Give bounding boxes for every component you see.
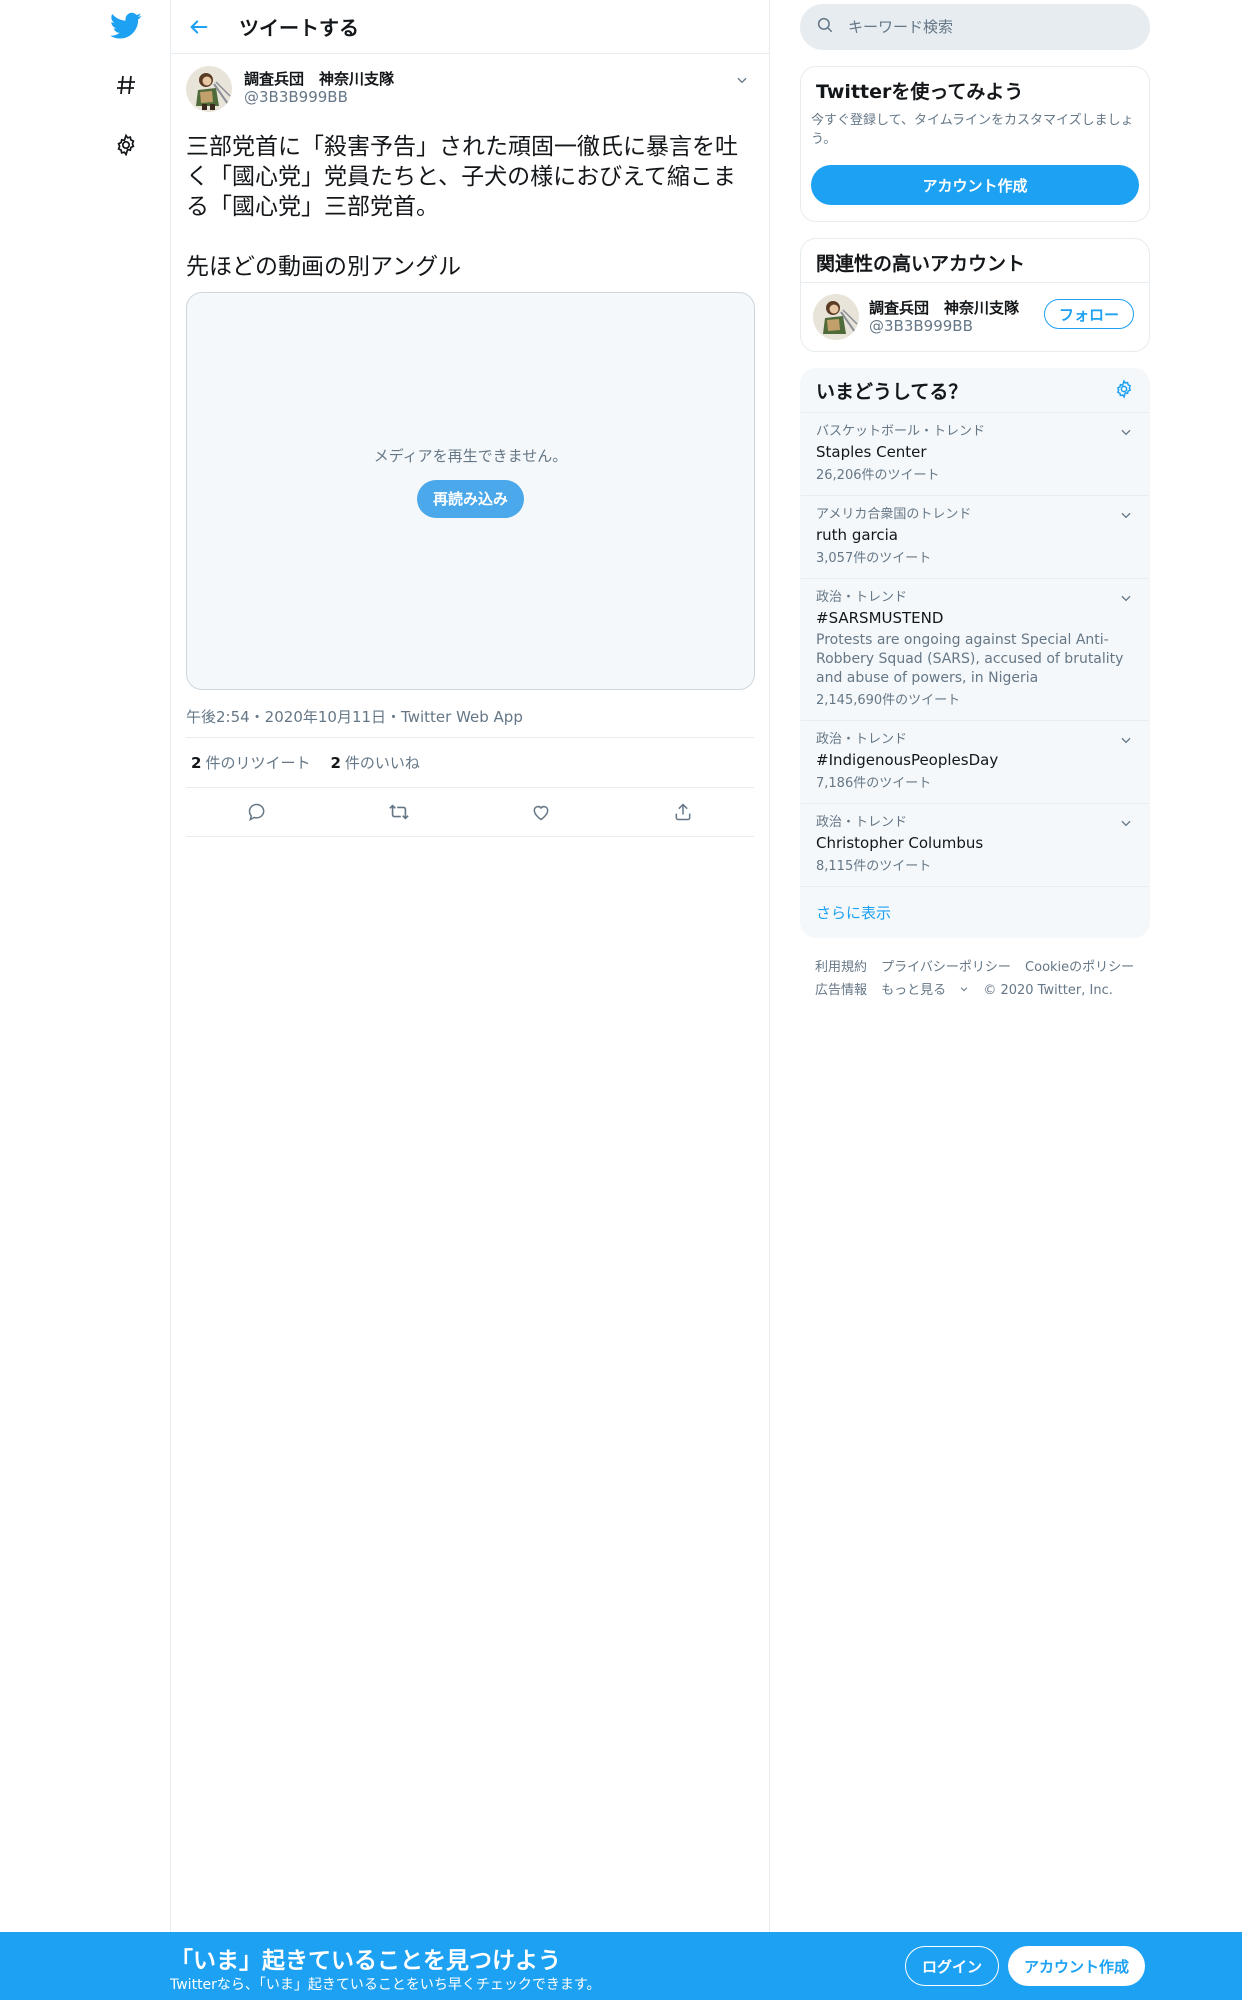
trend-context: アメリカ合衆国のトレンド — [816, 507, 972, 522]
back-arrow-icon[interactable] — [171, 0, 227, 54]
trend-item[interactable]: バスケットボール・トレンド Staples Center 26,206件のツイート — [801, 413, 1149, 496]
reply-icon[interactable] — [237, 792, 277, 832]
search-icon — [816, 16, 834, 38]
reload-button[interactable]: 再読み込み — [416, 479, 524, 518]
retweet-icon[interactable] — [379, 792, 419, 832]
trends-settings-gear-icon[interactable] — [1114, 378, 1134, 403]
chevron-down-icon — [960, 987, 968, 992]
retweet-stat[interactable]: 2 件のリツイート — [191, 752, 310, 773]
page-title: ツイートする — [239, 16, 359, 40]
related-accounts-card: 関連性の高いアカウント 調査兵団 神奈川支隊 @3B3B999BB フォロー — [800, 238, 1150, 352]
search-box[interactable] — [800, 4, 1150, 50]
explore-hashtag-icon[interactable] — [100, 59, 152, 111]
media-player[interactable]: メディアを再生できません。 再読み込み — [186, 292, 755, 690]
trend-item[interactable]: 政治・トレンド #SARSMUSTEND Protests are ongoing … — [801, 579, 1149, 721]
signup-card: Twitterを使ってみよう 今すぐ登録して、タイムラインをカスタマイズしましょ… — [800, 66, 1150, 222]
tweet-author[interactable]: 調査兵団 神奈川支隊 @3B3B999BB — [244, 70, 394, 107]
trend-name: Christopher Columbus — [816, 834, 984, 852]
trend-context: 政治・トレンド — [816, 732, 908, 747]
tweet-stats: 2 件のリツイート 2 件のいいね — [186, 738, 754, 788]
trends-header: いまどうしてる？ — [801, 369, 1149, 413]
privacy-link[interactable]: プライバシーポリシー — [881, 960, 1011, 975]
trend-tweet-count: 3,057件のツイート — [816, 551, 932, 566]
trend-menu-chevron-down-icon[interactable] — [1115, 729, 1137, 751]
right-sidebar: Twitterを使ってみよう 今すぐ登録して、タイムラインをカスタマイズしましょ… — [800, 0, 1150, 1002]
more-label: もっと見る — [881, 983, 947, 998]
media-error-message: メディアを再生できません。 — [373, 446, 568, 465]
related-handle: @3B3B999BB — [869, 316, 973, 335]
trend-name: #IndigenousPeoplesDay — [816, 751, 999, 769]
main-header: ツイートする — [171, 0, 769, 54]
share-icon[interactable] — [663, 792, 703, 832]
related-user: 調査兵団 神奈川支隊 @3B3B999BB — [869, 299, 1019, 336]
bottom-bar-title: 「いま」起きていることを見つけよう — [170, 1948, 561, 1974]
trend-item[interactable]: 政治・トレンド #IndigenousPeoplesDay 7,186件のツイート — [801, 721, 1149, 804]
trend-name: #SARSMUSTEND — [816, 609, 944, 627]
trend-name: ruth garcia — [816, 526, 898, 544]
retweet-count: 2 — [191, 754, 202, 772]
login-button[interactable]: ログイン — [905, 1946, 1000, 1986]
trend-context: バスケットボール・トレンド — [816, 424, 986, 439]
search-input[interactable] — [848, 18, 1108, 36]
trend-item[interactable]: 政治・トレンド Christopher Columbus 8,115件のツイート — [801, 804, 1149, 887]
settings-gear-icon[interactable] — [100, 119, 152, 171]
trend-tweet-count: 2,145,690件のツイート — [816, 693, 961, 708]
ads-info-link[interactable]: 広告情報 — [815, 983, 867, 998]
trend-menu-chevron-down-icon[interactable] — [1115, 587, 1137, 609]
trend-item[interactable]: アメリカ合衆国のトレンド ruth garcia 3,057件のツイート — [801, 496, 1149, 579]
like-stat[interactable]: 2 件のいいね — [330, 752, 419, 773]
trend-name: Staples Center — [816, 443, 927, 461]
related-name: 調査兵団 神奈川支隊 — [869, 298, 1020, 317]
tweet-text: 三部党首に「殺害予告」された頑固一徹氏に暴言を吐く「國心党」党員たちと、子犬の様… — [186, 134, 738, 280]
footer-links: 利用規約 プライバシーポリシー Cookieのポリシー 広告情報 もっと見る ©… — [800, 956, 1150, 1002]
trends-title: いまどうしてる？ — [816, 381, 968, 403]
like-count: 2 — [330, 754, 341, 772]
terms-link[interactable]: 利用規約 — [815, 960, 867, 975]
trend-context: 政治・トレンド — [816, 590, 908, 605]
follow-button[interactable]: フォロー — [1043, 299, 1134, 329]
avatar[interactable] — [186, 66, 232, 112]
tweet-actions — [186, 788, 754, 837]
related-account-row[interactable]: 調査兵団 神奈川支隊 @3B3B999BB フォロー — [801, 283, 1149, 351]
tweet: 調査兵団 神奈川支隊 @3B3B999BB 三部党首に「殺害予告」された頑固一徹… — [171, 54, 769, 837]
signup-card-description: 今すぐ登録して、タイムラインをカスタマイズしましょう。 — [811, 113, 1134, 147]
trend-tweet-count: 7,186件のツイート — [816, 776, 932, 791]
retweet-label: 件のリツイート — [205, 754, 311, 772]
more-menu[interactable]: もっと見る — [881, 983, 969, 998]
bottom-signup-button[interactable]: アカウント作成 — [1008, 1946, 1146, 1986]
trends-card: いまどうしてる？ バスケットボール・トレンド Staples Center 26,2… — [800, 368, 1150, 938]
bottom-bar-subtitle: Twitterなら、「いま」起きていることをいち早くチェックできます。 — [170, 1977, 601, 1993]
trend-description: Protests are ongoing against Special Ant… — [816, 632, 1124, 686]
like-label: 件のいいね — [344, 754, 420, 772]
trend-menu-chevron-down-icon[interactable] — [1115, 504, 1137, 526]
show-more-link[interactable]: さらに表示 — [801, 887, 1149, 937]
author-name: 調査兵団 神奈川支隊 — [244, 70, 395, 88]
trend-tweet-count: 26,206件のツイート — [816, 468, 940, 483]
tweet-timestamp[interactable]: 午後2:54・2020年10月11日・Twitter Web App — [186, 706, 754, 738]
trend-tweet-count: 8,115件のツイート — [816, 859, 932, 874]
create-account-button[interactable]: アカウント作成 — [811, 165, 1139, 205]
trend-menu-chevron-down-icon[interactable] — [1115, 812, 1137, 834]
tweet-menu-chevron-down-icon[interactable] — [730, 68, 754, 92]
copyright: © 2020 Twitter, Inc. — [983, 983, 1113, 998]
twitter-logo-icon[interactable] — [100, 0, 152, 52]
trend-list: バスケットボール・トレンド Staples Center 26,206件のツイートア… — [801, 413, 1149, 887]
author-handle: @3B3B999BB — [244, 88, 348, 106]
signup-card-title: Twitterを使ってみよう — [816, 81, 1024, 103]
bottom-signup-bar: 「いま」起きていることを見つけよう Twitterなら、「いま」起きていることを… — [0, 1932, 1242, 2000]
like-heart-icon[interactable] — [521, 792, 561, 832]
tweet-header: 調査兵団 神奈川支隊 @3B3B999BB — [186, 66, 754, 120]
main-column: ツイートする 調査兵団 神奈川支隊 @3B3B999BB 三部党首に「殺害予告」… — [170, 0, 770, 1932]
cookie-link[interactable]: Cookieのポリシー — [1025, 960, 1134, 975]
trend-menu-chevron-down-icon[interactable] — [1115, 421, 1137, 443]
related-accounts-title: 関連性の高いアカウント — [801, 239, 1149, 283]
trend-context: 政治・トレンド — [816, 815, 908, 830]
related-avatar[interactable] — [813, 294, 859, 340]
